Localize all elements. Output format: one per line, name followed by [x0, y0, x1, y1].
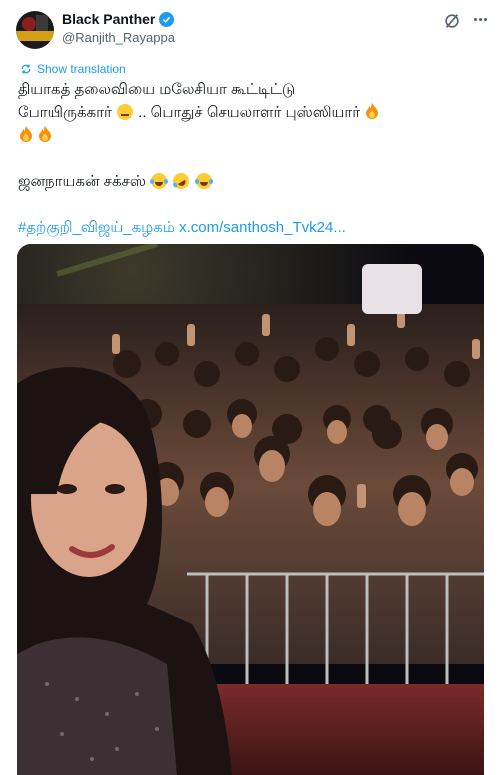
- tweet-line-1: தியாகத் தலைவியை மலேசியா கூட்டிட்டு: [18, 81, 296, 98]
- fire-emoji-icon: [366, 103, 379, 119]
- author-name-row[interactable]: Black Panther: [62, 11, 175, 27]
- grok-icon[interactable]: [443, 12, 461, 30]
- joy-emoji-icon: [150, 173, 169, 189]
- fire-emoji-icon: [20, 126, 32, 142]
- tweet-line-2-part-a: போயிருக்கார்: [18, 104, 116, 121]
- show-translation-link[interactable]: Show translation: [20, 62, 126, 76]
- hashtag-link[interactable]: #தற்குறி_விஜய்_கழகம்: [18, 219, 175, 236]
- external-link[interactable]: x.com/santhosh_Tvk24...: [179, 219, 346, 236]
- avatar[interactable]: [16, 11, 54, 49]
- hashtag-and-link: #தற்குறி_விஜய்_கழகம் x.com/santhosh_Tvk2…: [18, 216, 478, 239]
- tweet-text: தியாகத் தலைவியை மலேசியா கூட்டிட்டு போயிர…: [18, 78, 478, 239]
- author-handle[interactable]: @Ranjith_Rayappa: [62, 30, 175, 45]
- smirk-emoji-icon: [116, 104, 133, 120]
- display-name[interactable]: Black Panther: [62, 11, 155, 27]
- tweet-line-4: ஜனநாயகன் சக்சஸ்: [18, 170, 478, 193]
- joy-emoji-icon: [194, 173, 213, 189]
- verified-badge-icon: [159, 11, 175, 27]
- tweet-line-2-part-b: .. பொதுச் செயலாளர் புஸ்ஸியார்: [138, 104, 361, 121]
- fire-emoji-icon: [39, 126, 52, 142]
- tweet-line-3: [18, 124, 478, 147]
- crowd-selfie-photo: [17, 244, 484, 775]
- tweet-line-4-text: ஜனநாயகன் சக்சஸ்: [18, 173, 151, 190]
- tweet-photo[interactable]: [17, 244, 484, 775]
- tweet-line-2: போயிருக்கார் .. பொதுச் செயலாளர் புஸ்ஸியா…: [18, 101, 478, 124]
- rofl-emoji-icon: [170, 170, 193, 192]
- translate-icon: [21, 64, 31, 74]
- tweet-card: Black Panther @Ranjith_Rayappa Show tran…: [0, 0, 499, 775]
- translate-label[interactable]: Show translation: [37, 62, 126, 76]
- more-options-icon[interactable]: [474, 18, 487, 21]
